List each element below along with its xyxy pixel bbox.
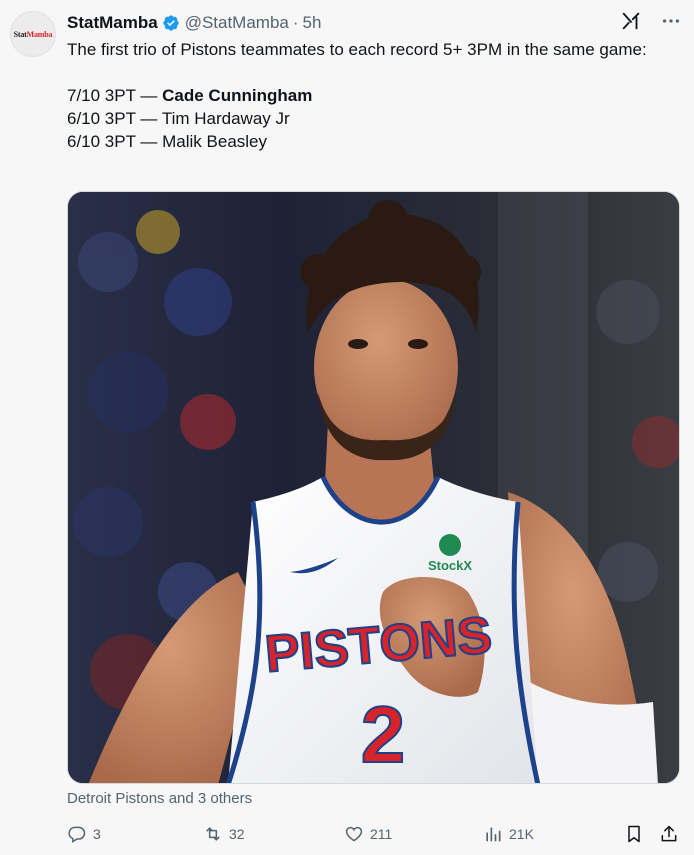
jersey-number-text: 2	[361, 690, 406, 779]
tweet-header: StatMamba @StatMamba · 5h	[67, 12, 321, 34]
tweet-text-intro: The first trio of Pistons teammates to e…	[67, 40, 647, 59]
tweet-actions: 3 32 211 21K	[67, 820, 682, 848]
retweet-count: 32	[229, 826, 245, 842]
header-actions	[620, 10, 682, 32]
tweet-photo[interactable]: PISTONS 2 StockX	[67, 191, 680, 784]
timestamp[interactable]: 5h	[303, 13, 322, 33]
grok-icon[interactable]	[620, 10, 642, 32]
verified-badge-icon	[163, 15, 179, 31]
tweet-text: The first trio of Pistons teammates to e…	[67, 38, 667, 153]
reply-button[interactable]: 3	[67, 820, 101, 848]
views-button[interactable]: 21K	[483, 820, 534, 848]
like-button[interactable]: 211	[344, 820, 392, 848]
reply-icon	[68, 826, 86, 843]
views-chart-icon	[486, 827, 501, 842]
views-count: 21K	[509, 826, 534, 842]
retweet-button[interactable]: 32	[203, 820, 245, 848]
handle[interactable]: @StatMamba	[185, 13, 289, 33]
like-count: 211	[370, 826, 393, 842]
player-name-cade: Cade Cunningham	[162, 86, 313, 105]
tweet-card[interactable]: StatMamba StatMamba @StatMamba · 5h The …	[0, 0, 694, 855]
avatar[interactable]: StatMamba	[10, 11, 56, 57]
stat-line-2: 6/10 3PT — Tim Hardaway Jr	[67, 109, 290, 128]
display-name[interactable]: StatMamba	[67, 13, 158, 33]
share-icon	[661, 825, 677, 842]
bookmark-icon	[628, 825, 640, 843]
stat-line-3: 6/10 3PT — Malik Beasley	[67, 132, 267, 151]
player-photo: PISTONS 2 StockX	[68, 192, 679, 783]
heart-icon	[345, 826, 363, 842]
bookmark-button[interactable]	[624, 820, 644, 848]
media-tags[interactable]: Detroit Pistons and 3 others	[67, 790, 252, 807]
jersey-sponsor-text: StockX	[428, 558, 472, 573]
sponsor-logo-icon	[439, 534, 461, 556]
share-button[interactable]	[659, 820, 679, 848]
avatar-logo: StatMamba	[13, 29, 53, 39]
separator-dot: ·	[292, 13, 299, 32]
more-options-icon[interactable]	[660, 10, 682, 32]
reply-count: 3	[93, 826, 101, 842]
retweet-icon	[206, 827, 220, 841]
stat-line-1: 7/10 3PT — Cade Cunningham	[67, 86, 313, 105]
